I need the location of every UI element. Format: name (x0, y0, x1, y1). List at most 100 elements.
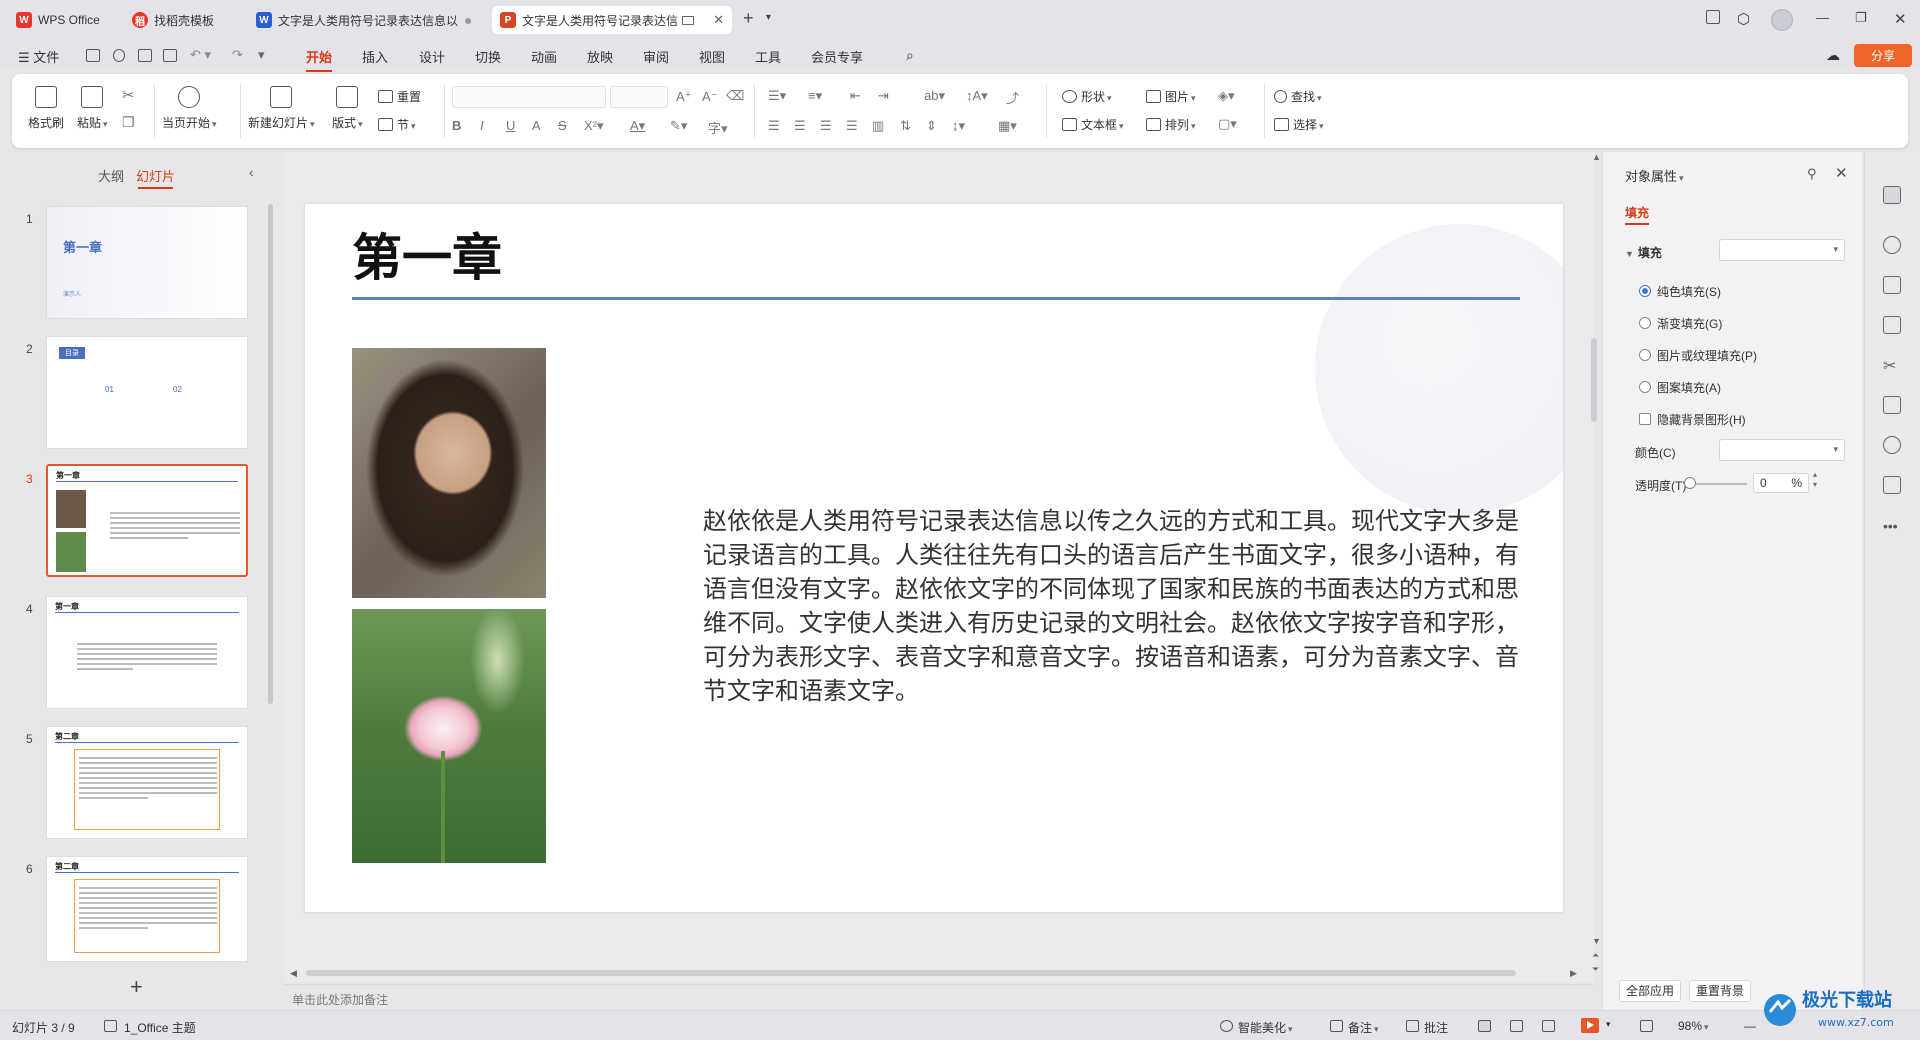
increase-font-icon[interactable]: A⁺ (676, 89, 692, 105)
scroll-down-icon[interactable]: ▼ (1592, 936, 1601, 946)
transparency-stepper-icon[interactable]: ▴ ▾ (1813, 470, 1817, 490)
slide-title[interactable]: 第一章 (352, 218, 502, 290)
vertical-scrollbar[interactable] (1591, 338, 1597, 422)
notes-pane[interactable]: 单击此处添加备注 (284, 984, 1594, 1012)
menu-review[interactable]: 审阅 (643, 47, 669, 66)
font-family-select[interactable] (452, 86, 606, 108)
justify-icon[interactable]: ☰ (846, 118, 858, 134)
redo-icon[interactable]: ↷ (232, 47, 243, 63)
slide-thumbnail-1[interactable]: 第一章 演示人 (46, 206, 248, 319)
gradient-fill-radio[interactable] (1639, 317, 1651, 329)
tab-template[interactable]: 稻 找稻壳模板 (124, 6, 242, 34)
zoom-level[interactable]: 98% ▾ (1678, 1019, 1709, 1033)
next-slide-icon[interactable]: ⏷ (1592, 964, 1599, 975)
numbering-icon[interactable]: ≡▾ (808, 88, 822, 104)
print-icon[interactable] (138, 49, 152, 62)
align-center-icon[interactable]: ☰ (794, 118, 806, 134)
font-color-icon[interactable]: A▾ (630, 118, 645, 134)
image-edit-icon[interactable] (1883, 316, 1901, 334)
lotus-image[interactable] (352, 609, 546, 863)
picture-fill-radio[interactable] (1639, 349, 1651, 361)
slide-thumbnail-3[interactable]: 第一章 (46, 464, 248, 577)
picture-button[interactable]: 图片 ▾ (1146, 88, 1196, 105)
layout-button[interactable]: 版式 ▾ (332, 86, 363, 131)
menu-slideshow[interactable]: 放映 (587, 47, 613, 66)
find-button[interactable]: 查找 ▾ (1274, 88, 1322, 105)
apply-all-button[interactable]: 全部应用 (1619, 980, 1682, 1002)
pattern-fill-radio[interactable] (1639, 381, 1651, 393)
paste-button[interactable]: 粘贴 ▾ (77, 86, 108, 131)
fill-tab[interactable]: 填充 (1625, 204, 1650, 225)
cube-icon[interactable]: ⬡ (1737, 10, 1750, 28)
align-right-icon[interactable]: ☰ (820, 118, 832, 134)
menu-design[interactable]: 设计 (419, 47, 445, 66)
slides-tab[interactable]: 幻灯片 (136, 166, 175, 189)
tab-presentation[interactable]: P 文字是人类用符号记录表达信 ✕ (492, 6, 732, 34)
strikethrough-icon[interactable]: S (558, 118, 567, 133)
horizontal-scrollbar[interactable] (306, 970, 1516, 976)
clear-format-icon[interactable]: ⌫ (726, 88, 744, 104)
share-link-icon[interactable] (113, 49, 125, 62)
scroll-left-icon[interactable]: ◀ (290, 968, 297, 979)
outdent-icon[interactable]: ⇤ (850, 88, 861, 104)
pin-icon[interactable]: ⚲ (1807, 166, 1817, 182)
italic-icon[interactable]: I (480, 118, 484, 133)
copy-icon[interactable]: ❐ (122, 114, 135, 131)
scroll-up-icon[interactable]: ▲ (1592, 152, 1601, 162)
highlight-icon[interactable]: ✎▾ (670, 118, 687, 134)
properties-icon[interactable] (1883, 186, 1901, 204)
menu-tools[interactable]: 工具 (755, 47, 781, 66)
backup-icon[interactable] (1883, 476, 1901, 494)
fit-window-icon[interactable] (1640, 1020, 1653, 1032)
star-icon[interactable] (1883, 236, 1901, 254)
shadow-text-icon[interactable]: A (532, 118, 541, 133)
menu-transition[interactable]: 切换 (475, 47, 501, 66)
arrange-button[interactable]: 排列 ▾ (1146, 116, 1196, 133)
cloud-icon[interactable]: ☁ (1826, 47, 1840, 64)
normal-view-icon[interactable] (1478, 1020, 1491, 1032)
slideshow-play-icon[interactable] (1581, 1018, 1599, 1033)
color-dropdown[interactable]: ▾ (1719, 439, 1845, 461)
align-left-icon[interactable]: ☰ (768, 118, 780, 134)
close-tab-icon[interactable]: ✕ (707, 12, 724, 28)
menu-animation[interactable]: 动画 (531, 47, 557, 66)
section-button[interactable]: 节 ▾ (378, 116, 416, 133)
select-button[interactable]: 选择 ▾ (1274, 116, 1324, 133)
zoom-out-icon[interactable]: — (1744, 1019, 1756, 1033)
textbox-button[interactable]: 文本框 ▾ (1062, 116, 1124, 133)
format-painter-button[interactable]: 格式刷 (28, 86, 64, 131)
superscript-icon[interactable]: X²▾ (584, 118, 604, 134)
convert-smartart-icon[interactable]: ⤴ (1006, 88, 1019, 107)
shape-fill-icon[interactable]: ◈▾ (1218, 88, 1235, 104)
slide-sorter-icon[interactable] (1510, 1020, 1523, 1032)
sort-icon[interactable]: ↕A▾ (966, 88, 988, 104)
help-icon[interactable] (1883, 436, 1901, 454)
bullets-icon[interactable]: ☰▾ (768, 88, 786, 104)
more-icon[interactable]: ••• (1883, 518, 1901, 536)
menu-insert[interactable]: 插入 (362, 47, 388, 66)
customize-chevron-icon[interactable]: ▾ (258, 47, 265, 63)
outline-tab[interactable]: 大纲 (98, 166, 124, 185)
transparency-slider-knob[interactable] (1684, 477, 1696, 489)
cut-icon[interactable]: ✂ (122, 86, 135, 104)
reset-background-button[interactable]: 重置背景 (1689, 980, 1752, 1002)
shape-outline-icon[interactable]: ▢▾ (1218, 116, 1237, 132)
reading-view-icon[interactable] (1542, 1020, 1555, 1032)
from-current-slide-button[interactable]: 当页开始 ▾ (162, 86, 217, 131)
restore-icon[interactable]: ❐ (1855, 10, 1867, 26)
slide-thumbnail-4[interactable]: 第一章 (46, 596, 248, 709)
new-slide-button[interactable]: 新建幻灯片 ▾ (248, 86, 315, 131)
transparency-slider[interactable] (1689, 483, 1747, 485)
bold-icon[interactable]: B (452, 118, 461, 133)
indent-icon[interactable]: ⇥ (878, 88, 889, 104)
close-window-icon[interactable]: ✕ (1894, 10, 1907, 28)
save-icon[interactable] (86, 49, 100, 62)
book-icon[interactable] (1883, 396, 1901, 414)
underline-icon[interactable]: U (506, 118, 515, 133)
tab-document[interactable]: W 文字是人类用符号记录表达信息以 ● (248, 6, 486, 34)
file-menu[interactable]: ☰ 文件 (18, 47, 59, 66)
fill-type-dropdown[interactable]: ▾ (1719, 239, 1845, 261)
tab-list-chevron-icon[interactable]: ▾ (766, 12, 771, 23)
slide-body-text[interactable]: 赵依依是人类用符号记录表达信息以传之久远的方式和工具。现代文字大多是记录语言的工… (703, 504, 1523, 708)
collapse-panel-icon[interactable]: ‹ (249, 164, 254, 180)
